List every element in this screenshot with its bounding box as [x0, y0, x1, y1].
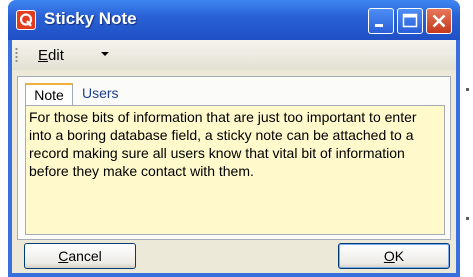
ok-button[interactable]: OK	[338, 243, 450, 269]
menu-bar: Edit	[12, 40, 456, 70]
tab-note[interactable]: Note	[25, 83, 73, 105]
app-q-icon[interactable]	[16, 10, 36, 30]
menu-edit-label: dit	[48, 47, 64, 64]
note-textarea[interactable]: For those bits of information that are j…	[25, 105, 445, 235]
minimize-button[interactable]	[368, 8, 394, 34]
tab-users[interactable]: Users	[79, 83, 135, 105]
cancel-label: ancel	[68, 248, 102, 264]
cancel-mnemonic: C	[58, 248, 69, 264]
minimize-icon	[375, 24, 383, 27]
sticky-note-window: Sticky Note Edit Note Users For those bi…	[8, 0, 460, 277]
menu-edit-mnemonic: E	[38, 47, 49, 64]
maximize-icon	[402, 13, 418, 28]
ok-mnemonic: O	[383, 248, 395, 264]
background-edge-marks	[463, 0, 473, 277]
title-bar[interactable]: Sticky Note	[8, 0, 460, 40]
window-client-area: Edit Note Users For those bits of inform…	[12, 40, 456, 273]
close-button[interactable]	[426, 8, 452, 34]
ok-label: K	[394, 248, 405, 264]
chevron-down-icon[interactable]	[101, 52, 109, 56]
toolbar-grip[interactable]	[15, 47, 18, 63]
maximize-button[interactable]	[397, 8, 423, 34]
window-title: Sticky Note	[44, 9, 137, 28]
menu-edit[interactable]: Edit	[38, 47, 64, 64]
tab-panel: Note Users For those bits of information…	[17, 76, 451, 240]
cancel-button[interactable]: Cancel	[24, 243, 136, 269]
close-icon	[432, 14, 446, 28]
